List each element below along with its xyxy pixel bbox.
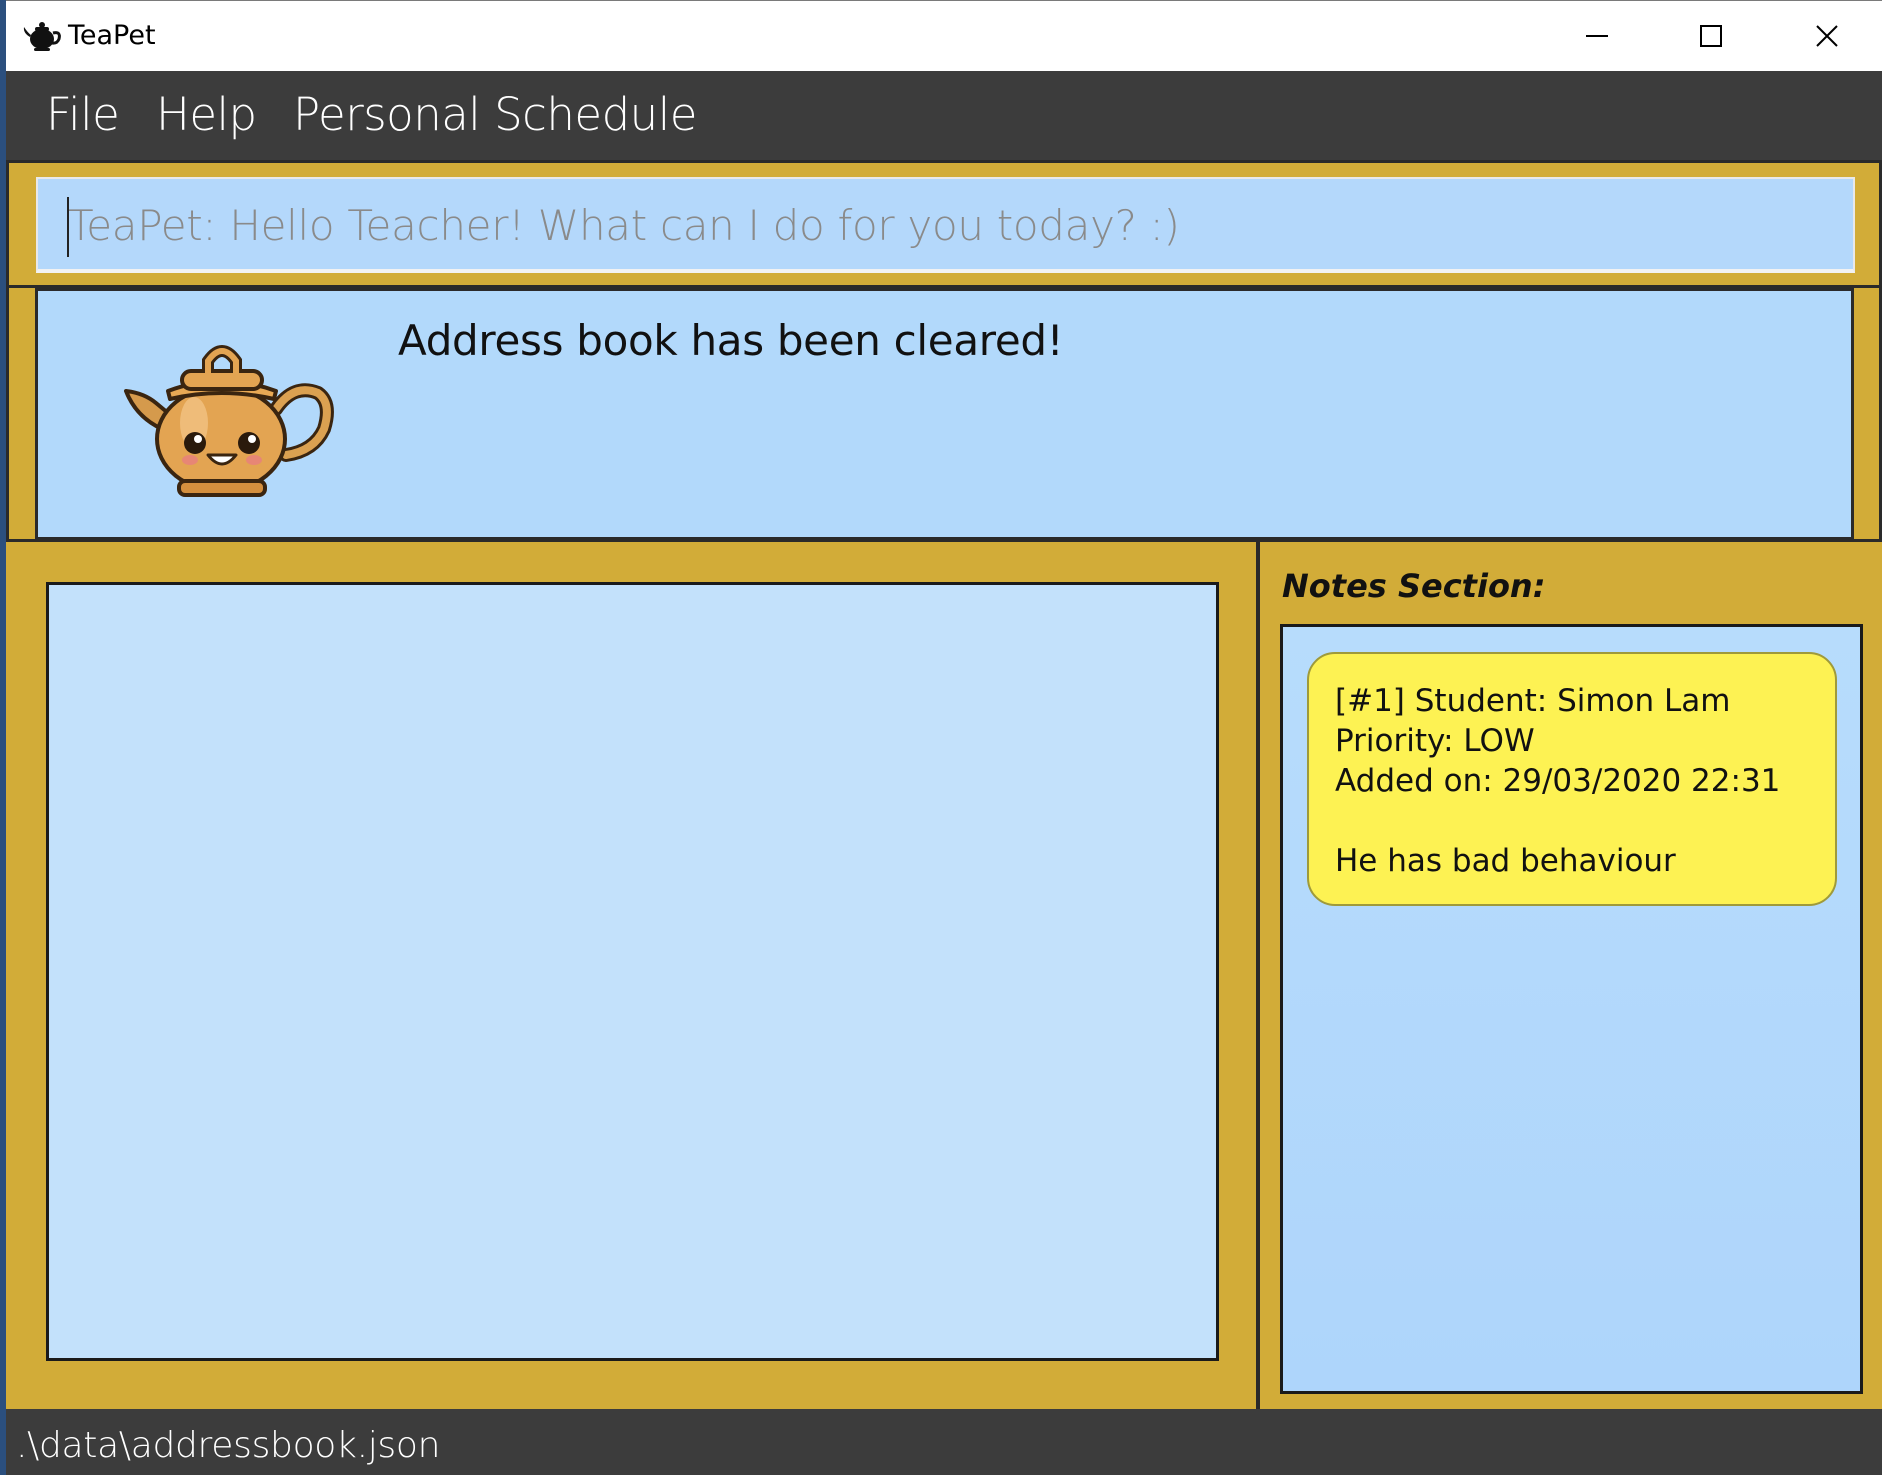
status-bar: .\data\addressbook.json	[6, 1409, 1882, 1475]
window-title: TeaPet	[68, 20, 156, 51]
result-message: Address book has been cleared!	[398, 316, 1064, 365]
title-bar[interactable]: TeaPet	[6, 0, 1882, 71]
minimize-button[interactable]	[1541, 1, 1653, 71]
close-icon	[1816, 25, 1838, 47]
menu-file[interactable]: File	[46, 87, 120, 143]
text-caret	[67, 197, 69, 257]
result-display: Address book has been cleared!	[35, 288, 1854, 539]
save-location-path: .\data\addressbook.json	[16, 1425, 441, 1466]
maximize-icon	[1700, 25, 1722, 47]
result-display-area: Address book has been cleared!	[6, 288, 1882, 539]
menu-personal-schedule[interactable]: Personal Schedule	[293, 87, 697, 143]
minimize-icon	[1586, 35, 1608, 37]
maximize-button[interactable]	[1655, 1, 1767, 71]
teapet-window: TeaPet File Help Personal Schedule TeaPe…	[6, 0, 1882, 1475]
note-priority: Priority: LOW	[1335, 723, 1535, 759]
command-placeholder: TeaPet: Hello Teacher! What can I do for…	[68, 201, 1180, 250]
note-card[interactable]: [#1] Student: Simon Lam Priority: LOW Ad…	[1307, 652, 1837, 906]
person-list-panel[interactable]	[46, 582, 1219, 1361]
note-header: [#1] Student: Simon Lam	[1335, 683, 1731, 719]
teapot-app-icon	[23, 22, 61, 51]
result-border-left	[6, 288, 9, 539]
split-pane-divider[interactable]	[1256, 542, 1260, 1409]
note-content: He has bad behaviour	[1335, 843, 1676, 879]
notes-section-title: Notes Section:	[1282, 567, 1546, 605]
command-input[interactable]: TeaPet: Hello Teacher! What can I do for…	[36, 177, 1855, 273]
main-content-area: Notes Section: [#1] Student: Simon Lam P…	[6, 539, 1882, 1409]
teapot-mascot-icon	[124, 345, 334, 497]
menu-help[interactable]: Help	[156, 87, 257, 143]
notes-list-panel[interactable]: [#1] Student: Simon Lam Priority: LOW Ad…	[1280, 624, 1863, 1394]
menu-bar: File Help Personal Schedule	[6, 71, 1882, 160]
command-box-area: TeaPet: Hello Teacher! What can I do for…	[6, 160, 1882, 288]
close-button[interactable]	[1771, 1, 1882, 71]
note-added-date: Added on: 29/03/2020 22:31	[1335, 763, 1781, 799]
